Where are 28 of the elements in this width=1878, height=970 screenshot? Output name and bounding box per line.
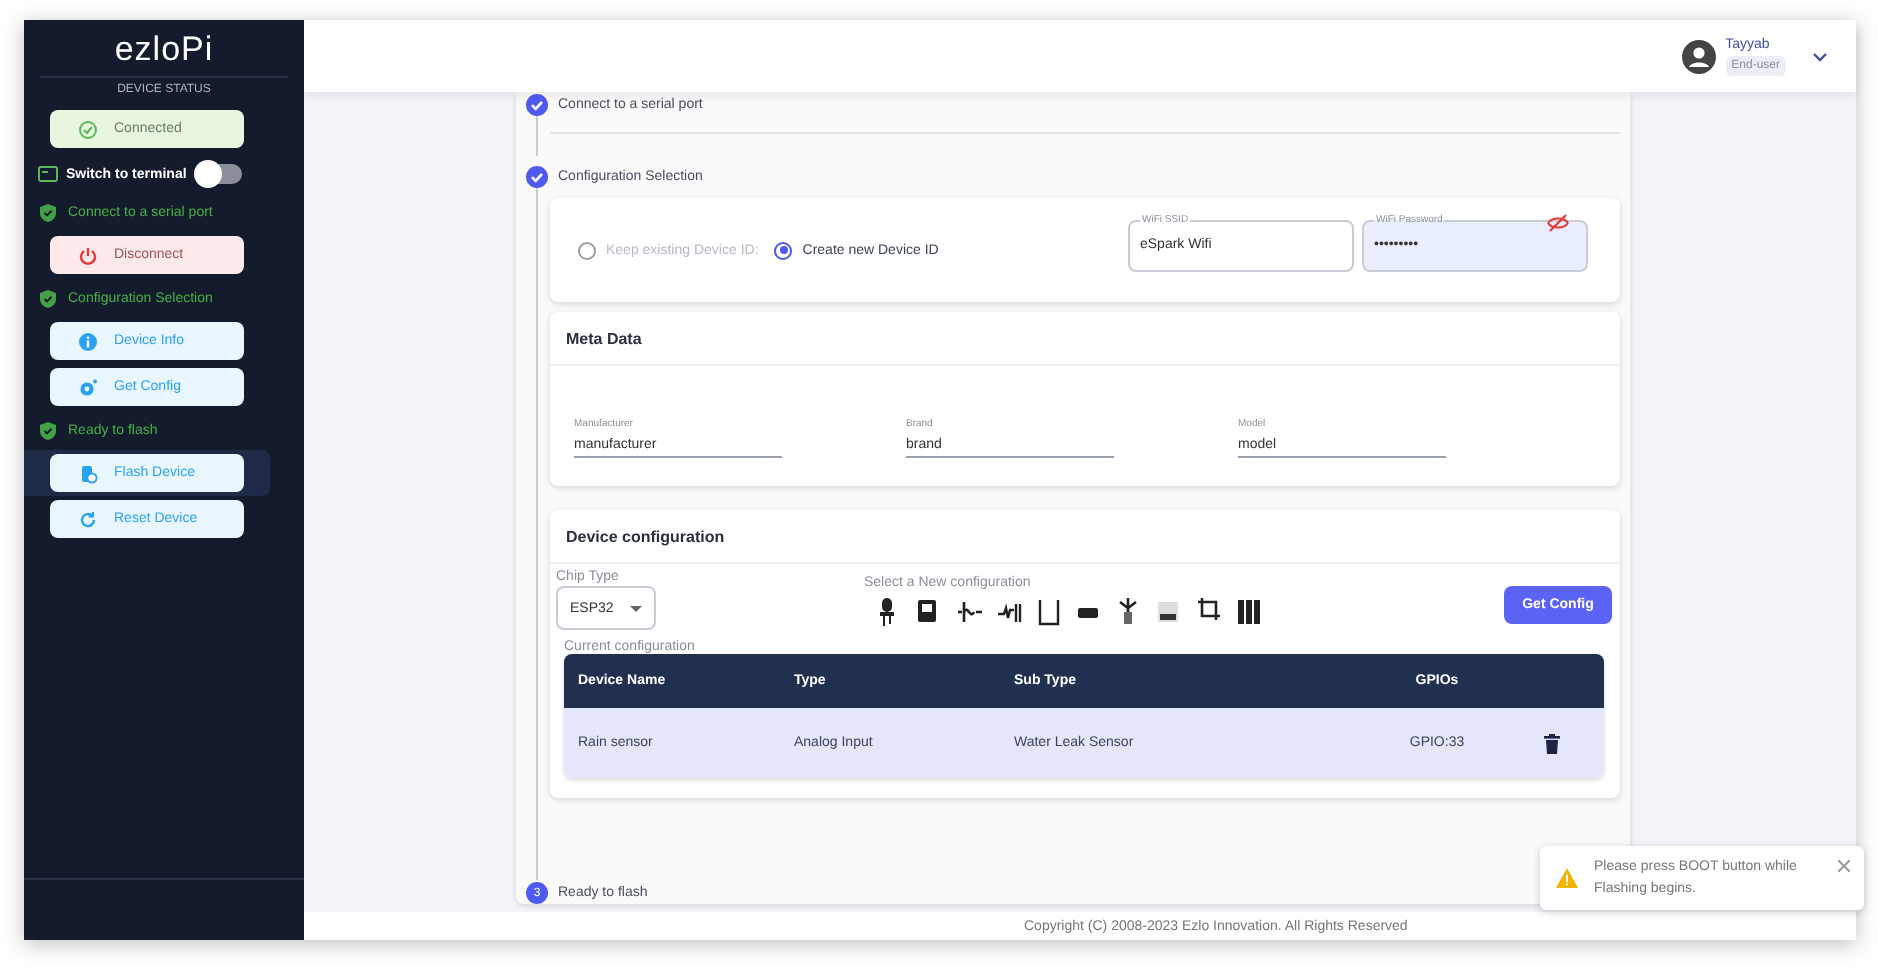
sensor-icon[interactable] <box>1236 596 1262 626</box>
gear-icon <box>78 377 98 397</box>
chevron-down-icon <box>1812 51 1828 61</box>
sensor-icon[interactable] <box>916 596 942 626</box>
dropdown-arrow-icon <box>630 605 642 611</box>
logo: ezloPi <box>114 30 214 70</box>
shield-check-icon <box>40 422 56 440</box>
shield-check-icon <box>40 290 56 308</box>
terminal-switch[interactable] <box>198 164 243 184</box>
eye-off-icon[interactable] <box>1546 214 1570 232</box>
device-icon <box>78 463 98 483</box>
avatar-icon <box>1681 39 1716 73</box>
info-icon <box>78 331 98 351</box>
check-circle-icon <box>78 119 98 139</box>
sensor-icon[interactable] <box>1196 596 1222 626</box>
power-icon <box>78 245 98 265</box>
sensor-icon[interactable] <box>1116 596 1142 626</box>
trash-icon[interactable] <box>1544 733 1560 753</box>
shield-check-icon <box>40 204 56 222</box>
sensor-icon[interactable] <box>956 596 982 626</box>
terminal-icon <box>38 166 58 182</box>
close-icon[interactable] <box>1838 860 1850 872</box>
section-title: Meta Data <box>550 312 1620 366</box>
section-title: Device configuration <box>550 510 1620 564</box>
sensor-icon[interactable] <box>1036 596 1062 626</box>
warning-icon <box>1556 868 1578 888</box>
sensor-icon[interactable] <box>1156 596 1182 626</box>
refresh-icon <box>78 509 98 529</box>
